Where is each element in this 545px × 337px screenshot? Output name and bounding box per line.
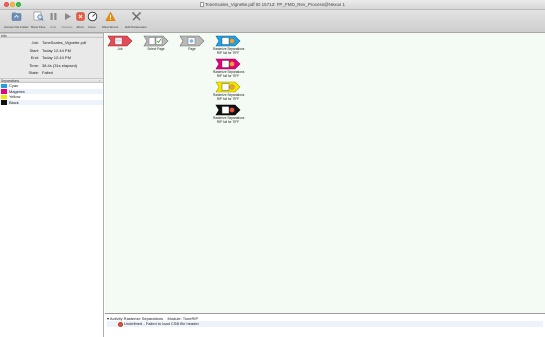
workflow-node-rasterize-black[interactable]: Rasterize Separations RIP full for TIFF: [213, 104, 244, 124]
workflow-canvas[interactable]: Job Select Page Page Rasterize Separatio…: [105, 33, 545, 313]
toolbar: Access File Folder Show Files Hold Relea…: [0, 10, 545, 33]
warning-icon: [104, 11, 116, 21]
access-file-folder-button[interactable]: Access File Folder: [4, 11, 29, 32]
abort-button[interactable]: Abort: [75, 11, 85, 32]
magnifier-icon: [33, 11, 44, 21]
hold-button[interactable]: Hold: [48, 11, 58, 32]
done-button[interactable]: Done: [87, 11, 98, 32]
document-icon: [199, 2, 204, 8]
workflow-node-rasterize-yellow[interactable]: Rasterize Separations RIP full for TIFF: [213, 81, 244, 101]
magenta-swatch: [1, 89, 7, 94]
rasterize-black-node-icon: [215, 104, 241, 116]
time-row: Time: 38.4s (31s elapsed): [29, 62, 78, 68]
window-titlebar: ToneScales_Vignette.pdf ID 15713: FP_FMD…: [0, 0, 545, 10]
show-files-button[interactable]: Show Files: [29, 11, 47, 32]
error-icon: [118, 321, 123, 327]
workflow-node-page[interactable]: Page: [179, 35, 205, 52]
pause-icon: [50, 13, 57, 20]
state-row: State: Failed: [28, 70, 53, 75]
rasterize-yellow-node-icon: [215, 81, 241, 93]
edit-parameters-button[interactable]: Edit Parameters: [123, 11, 149, 32]
cyan-swatch: [1, 83, 7, 88]
info-section-header[interactable]: Info: [0, 33, 103, 38]
window-title: ToneScales_Vignette.pdf ID 15713: FP_FMD…: [0, 2, 545, 8]
job-row: Job: ToneScales_Vignette.pdf: [31, 40, 87, 45]
yellow-swatch: [1, 94, 7, 99]
select-page-node-icon: [143, 35, 169, 47]
play-icon: [64, 13, 71, 20]
show-errors-button[interactable]: Show Errors: [100, 11, 120, 32]
black-swatch: [1, 100, 7, 105]
release-button[interactable]: Release: [60, 11, 74, 32]
page-node-icon: [179, 35, 205, 47]
activity-status-panel: ▾ Activity Rasterize Separations Module:…: [105, 313, 545, 337]
tools-icon: [131, 12, 141, 21]
rasterize-cyan-node-icon: [215, 35, 241, 47]
workflow-node-job[interactable]: Job: [107, 35, 133, 52]
job-node-icon: [107, 35, 133, 47]
gauge-icon: [87, 11, 98, 22]
separations-list: Cyan Magenta Yellow Black: [0, 83, 103, 105]
workflow-node-rasterize-cyan[interactable]: Rasterize Separations RIP full for TIFF: [213, 35, 244, 55]
workflow-node-select-page[interactable]: Select Page: [143, 35, 169, 52]
error-message-row[interactable]: Undefined - Failed to load CSB file head…: [107, 321, 543, 327]
separation-row-black[interactable]: Black: [0, 99, 103, 105]
start-row: Start: Today 12:44 PM: [29, 47, 71, 53]
rasterize-magenta-node-icon: [215, 58, 241, 70]
folder-icon: [11, 12, 21, 21]
end-row: End: Today 12:44 PM: [30, 55, 71, 60]
abort-icon: [76, 12, 85, 21]
workflow-node-rasterize-magenta[interactable]: Rasterize Separations RIP full for TIFF: [213, 58, 244, 78]
job-info-panel: Job: ToneScales_Vignette.pdf Start: Toda…: [0, 38, 103, 78]
sidebar: Info Job: ToneScales_Vignette.pdf Start:…: [0, 33, 104, 337]
